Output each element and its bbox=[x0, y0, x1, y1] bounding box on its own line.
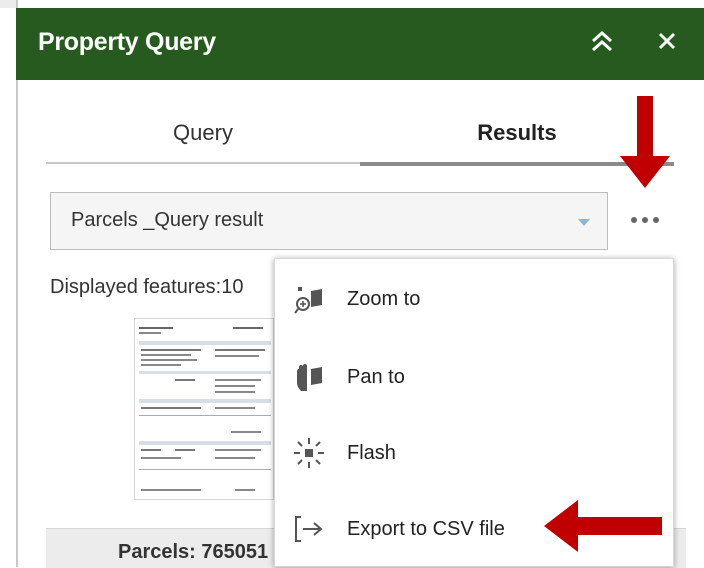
annotation-arrow-down-icon bbox=[620, 96, 670, 188]
more-options-icon[interactable] bbox=[626, 210, 666, 230]
close-icon[interactable] bbox=[652, 26, 682, 56]
displayed-features-count: Displayed features:10 bbox=[50, 276, 244, 298]
result-thumbnail[interactable] bbox=[134, 318, 274, 500]
zoom-to-icon bbox=[293, 283, 325, 315]
menu-item-label: Export to CSV file bbox=[347, 518, 505, 540]
annotation-arrow-left-icon bbox=[544, 500, 662, 552]
tab-bar: Query Results bbox=[46, 110, 674, 166]
menu-item-label: Pan to bbox=[347, 366, 405, 388]
panel-header: Property Query bbox=[16, 8, 704, 80]
chevron-down-icon[interactable] bbox=[561, 193, 607, 249]
menu-item-pan-to[interactable]: Pan to bbox=[275, 339, 673, 415]
menu-item-label: Flash bbox=[347, 442, 396, 464]
export-icon bbox=[293, 513, 325, 545]
collapse-icon[interactable] bbox=[588, 26, 616, 56]
flash-icon bbox=[293, 437, 325, 469]
menu-item-flash[interactable]: Flash bbox=[275, 415, 673, 491]
result-layer-select-value: Parcels _Query result bbox=[71, 209, 264, 231]
pan-to-icon bbox=[293, 361, 325, 393]
panel-title: Property Query bbox=[38, 28, 216, 56]
result-layer-select[interactable]: Parcels _Query result bbox=[50, 192, 608, 250]
parcel-count-label: Parcels: 765051 bbox=[118, 541, 269, 563]
tab-query[interactable]: Query bbox=[46, 110, 360, 164]
menu-item-label: Zoom to bbox=[347, 288, 421, 310]
menu-item-zoom-to[interactable]: Zoom to bbox=[275, 261, 673, 337]
